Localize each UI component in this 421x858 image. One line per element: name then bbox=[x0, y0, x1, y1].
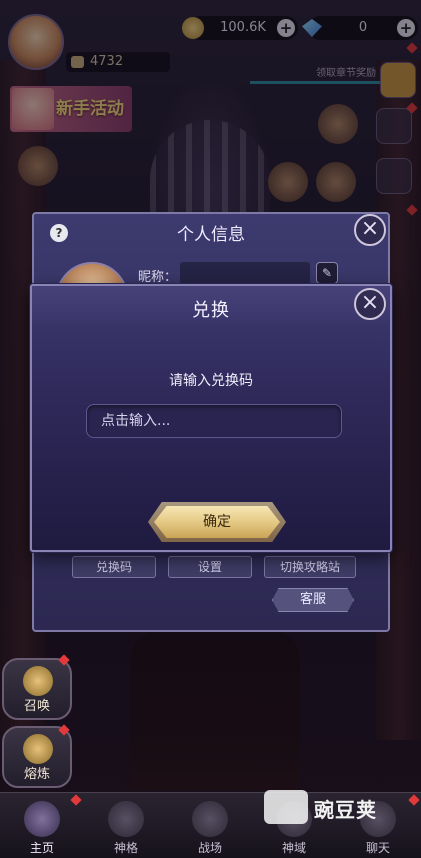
watermark-text: 豌豆荚 bbox=[314, 798, 377, 822]
info-panel-title: 个人信息 bbox=[177, 225, 245, 245]
forge-icon bbox=[23, 734, 53, 764]
nav-divinity[interactable]: 神格 bbox=[84, 793, 168, 858]
edit-nickname-button[interactable]: ✎ bbox=[316, 262, 338, 284]
summon-icon bbox=[23, 666, 53, 696]
forge-label: 熔炼 bbox=[23, 767, 50, 782]
info-close-button[interactable]: × bbox=[354, 214, 386, 246]
nickname-label: 昵称： bbox=[138, 270, 178, 285]
help-button[interactable]: ? bbox=[50, 224, 68, 242]
nav-battlefield[interactable]: 战场 bbox=[168, 793, 252, 858]
settings-button[interactable]: 设置 bbox=[168, 556, 252, 578]
divinity-icon bbox=[108, 801, 144, 837]
redeem-title: 兑换 bbox=[192, 300, 230, 321]
home-icon bbox=[24, 801, 60, 837]
customer-service-button[interactable]: 客服 bbox=[272, 588, 354, 612]
code-button[interactable]: 兑换码 bbox=[72, 556, 156, 578]
redeem-prompt: 请输入兑换码 bbox=[169, 373, 253, 389]
nav-home-label: 主页 bbox=[29, 841, 54, 855]
nav-home[interactable]: 主页 bbox=[0, 793, 84, 858]
redeem-close-button[interactable]: × bbox=[354, 288, 386, 320]
battlefield-icon bbox=[192, 801, 228, 837]
nav-divinity-label: 神格 bbox=[113, 841, 138, 855]
nav-chat-label: 聊天 bbox=[365, 841, 390, 855]
summon-button[interactable]: 召唤 bbox=[2, 658, 72, 720]
watermark-logo bbox=[264, 790, 308, 824]
confirm-button[interactable]: 确定 bbox=[154, 506, 280, 538]
site-watermark: 豌豆荚 bbox=[264, 782, 414, 828]
forge-button[interactable]: 熔炼 bbox=[2, 726, 72, 788]
redeem-dialog: 兑换 请输入兑换码 点击输入... 确定 bbox=[30, 284, 392, 552]
nav-domain-label: 神域 bbox=[281, 841, 306, 855]
domain-switch-button[interactable]: 切换攻略站 bbox=[264, 556, 356, 578]
summon-label: 召唤 bbox=[23, 699, 50, 714]
nav-battlefield-label: 战场 bbox=[197, 841, 222, 855]
redeem-code-input[interactable]: 点击输入... bbox=[86, 404, 342, 438]
nickname-field bbox=[180, 262, 310, 284]
